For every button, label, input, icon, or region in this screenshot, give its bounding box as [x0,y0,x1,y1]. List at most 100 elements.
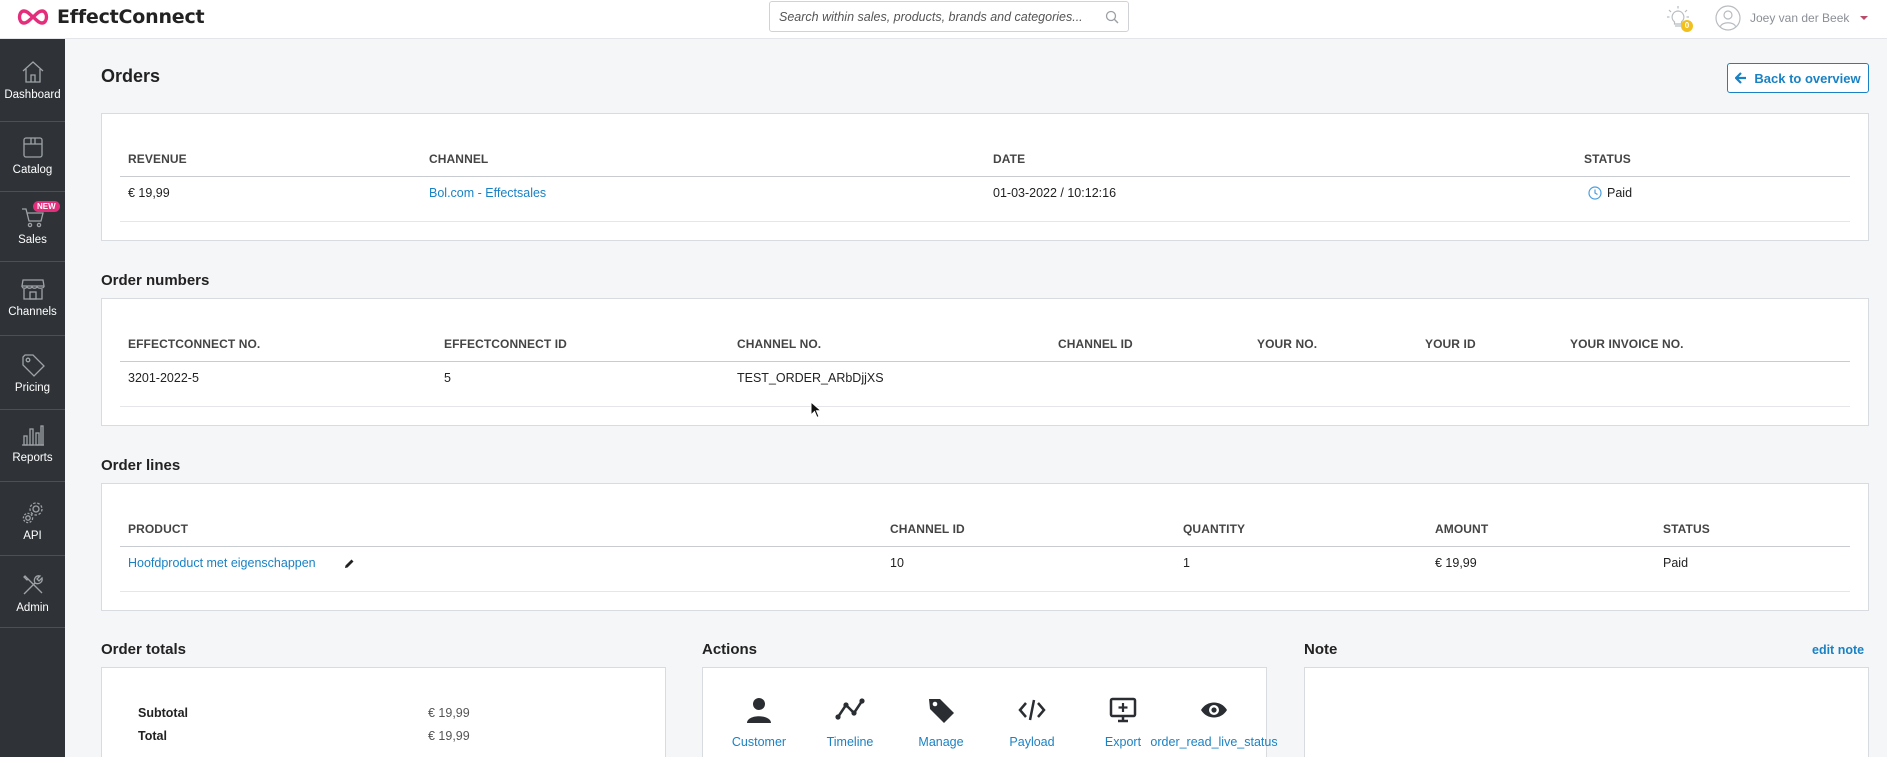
note-title: Note [1304,641,1338,658]
column-header: EFFECTCONNECT ID [444,337,567,351]
sidebar-item-label: Pricing [14,382,51,394]
order-lines-card: PRODUCT CHANNEL ID QUANTITY AMOUNT STATU… [101,483,1869,611]
sidebar-item-label: Sales [18,234,47,246]
tag-icon [929,699,954,723]
column-header: STATUS [1663,522,1710,536]
brand-logo[interactable]: EffectConnect [15,6,205,28]
mouse-cursor-icon [810,401,822,419]
line-status: Paid [1663,556,1689,570]
arrow-left-icon [1735,72,1747,84]
order-date: 01-03-2022 / 10:12:16 [993,186,1117,200]
revenue-value: € 19,99 [128,186,170,200]
search-input[interactable] [770,2,1090,31]
column-header: STATUS [1584,152,1631,166]
sidebar-item-label: Channels [8,306,57,318]
gears-icon [22,502,43,524]
price-tag-icon [21,354,45,377]
infinity-logo-icon [17,9,49,25]
effectconnect-id: 5 [444,371,451,385]
order-summary-card: REVENUE CHANNEL DATE STATUS € 19,99 Bol.… [101,113,1869,241]
action-payload[interactable]: Payload [992,695,1072,749]
person-icon [747,698,771,723]
storefront-icon [20,279,45,300]
sidebar-item-catalog[interactable]: Catalog [0,119,65,189]
order-status: Paid [1588,186,1632,200]
column-header: YOUR NO. [1257,337,1318,351]
search-icon[interactable] [1105,10,1119,24]
channel-no: TEST_ORDER_ARbDjjXS [737,371,884,385]
chevron-down-icon [1860,16,1869,20]
sidebar-item-label: Catalog [12,164,53,176]
column-header: AMOUNT [1435,522,1489,536]
sidebar-item-admin[interactable]: Admin [0,557,65,627]
action-manage[interactable]: Manage [901,695,981,749]
column-header: CHANNEL ID [1058,337,1133,351]
channel-link[interactable]: Bol.com - Effectsales [429,186,546,200]
column-header: DATE [993,152,1026,166]
column-header: YOUR INVOICE NO. [1570,337,1684,351]
tools-icon [22,575,43,595]
action-label: order_read_live_status [1150,735,1278,749]
global-search [769,1,1129,32]
top-bar: EffectConnect 0 Joey van der Beek [0,0,1887,39]
sidebar-item-label: Admin [16,602,49,614]
user-name: Joey van der Beek [1750,11,1850,25]
bar-chart-icon [21,425,44,446]
order-numbers-title: Order numbers [101,272,210,289]
actions-card: Customer Timeline Manage Payload Export … [702,667,1278,757]
pencil-icon[interactable] [343,558,355,570]
column-header: EFFECTCONNECT NO. [128,337,261,351]
house-icon [22,61,43,83]
timeline-icon [835,698,865,720]
line-quantity: 1 [1183,556,1190,570]
sidebar-item-label: API [23,530,42,542]
actions-title: Actions [702,641,758,658]
order-lines-title: Order lines [101,457,181,474]
order-totals-card: Subtotal € 19,99 Total € 19,99 [101,667,666,757]
sidebar-item-sales[interactable]: Sales NEW [0,189,65,259]
back-button-label: Back to overview [1754,70,1861,86]
column-header: REVENUE [128,152,187,166]
code-icon [1018,699,1046,721]
sidebar-item-dashboard[interactable]: Dashboard [0,44,65,114]
line-amount: € 19,99 [1435,556,1477,570]
user-avatar-icon [1715,5,1741,31]
back-to-overview-button[interactable]: Back to overview [1727,63,1869,93]
action-label: Payload [1009,735,1055,749]
column-header: CHANNEL NO. [737,337,822,351]
subtotal-label: Subtotal [138,706,188,720]
action-label: Timeline [826,735,874,749]
column-header: CHANNEL [429,152,489,166]
catalog-box-icon [22,137,43,158]
action-order-read-live-status[interactable]: order_read_live_status [1150,695,1278,749]
action-customer[interactable]: Customer [719,695,799,749]
column-header: QUANTITY [1183,522,1246,536]
action-label: Export [1104,735,1142,749]
line-channel-id: 10 [890,556,904,570]
total-label: Total [138,729,167,743]
sidebar-item-channels[interactable]: Channels [0,261,65,331]
column-header: CHANNEL ID [890,522,965,536]
new-badge: NEW [33,201,60,212]
sidebar-item-reports[interactable]: Reports [0,407,65,477]
effectconnect-no: 3201-2022-5 [128,371,199,385]
user-menu[interactable]: Joey van der Beek [1715,4,1869,32]
action-timeline[interactable]: Timeline [810,695,890,749]
order-totals-title: Order totals [101,641,187,658]
eye-icon [1201,702,1227,718]
sidebar-item-pricing[interactable]: Pricing [0,337,65,407]
brand-name: EffectConnect [57,6,205,28]
subtotal-value: € 19,99 [428,706,470,720]
order-numbers-card: EFFECTCONNECT NO. EFFECTCONNECT ID CHANN… [101,298,1869,426]
edit-note-link[interactable]: edit note [1812,643,1864,657]
total-value: € 19,99 [428,729,470,743]
note-card[interactable] [1304,667,1869,757]
monitor-export-icon [1109,697,1137,723]
product-link[interactable]: Hoofdproduct met eigenschappen [128,556,316,570]
clock-icon [1588,186,1602,200]
sidebar-item-api[interactable]: API [0,485,65,555]
status-text: Paid [1607,186,1633,200]
sidebar: Dashboard Catalog Sales NEW Channels Pri… [0,39,65,757]
sidebar-item-label: Reports [12,452,53,464]
page-title: Orders [101,66,161,86]
